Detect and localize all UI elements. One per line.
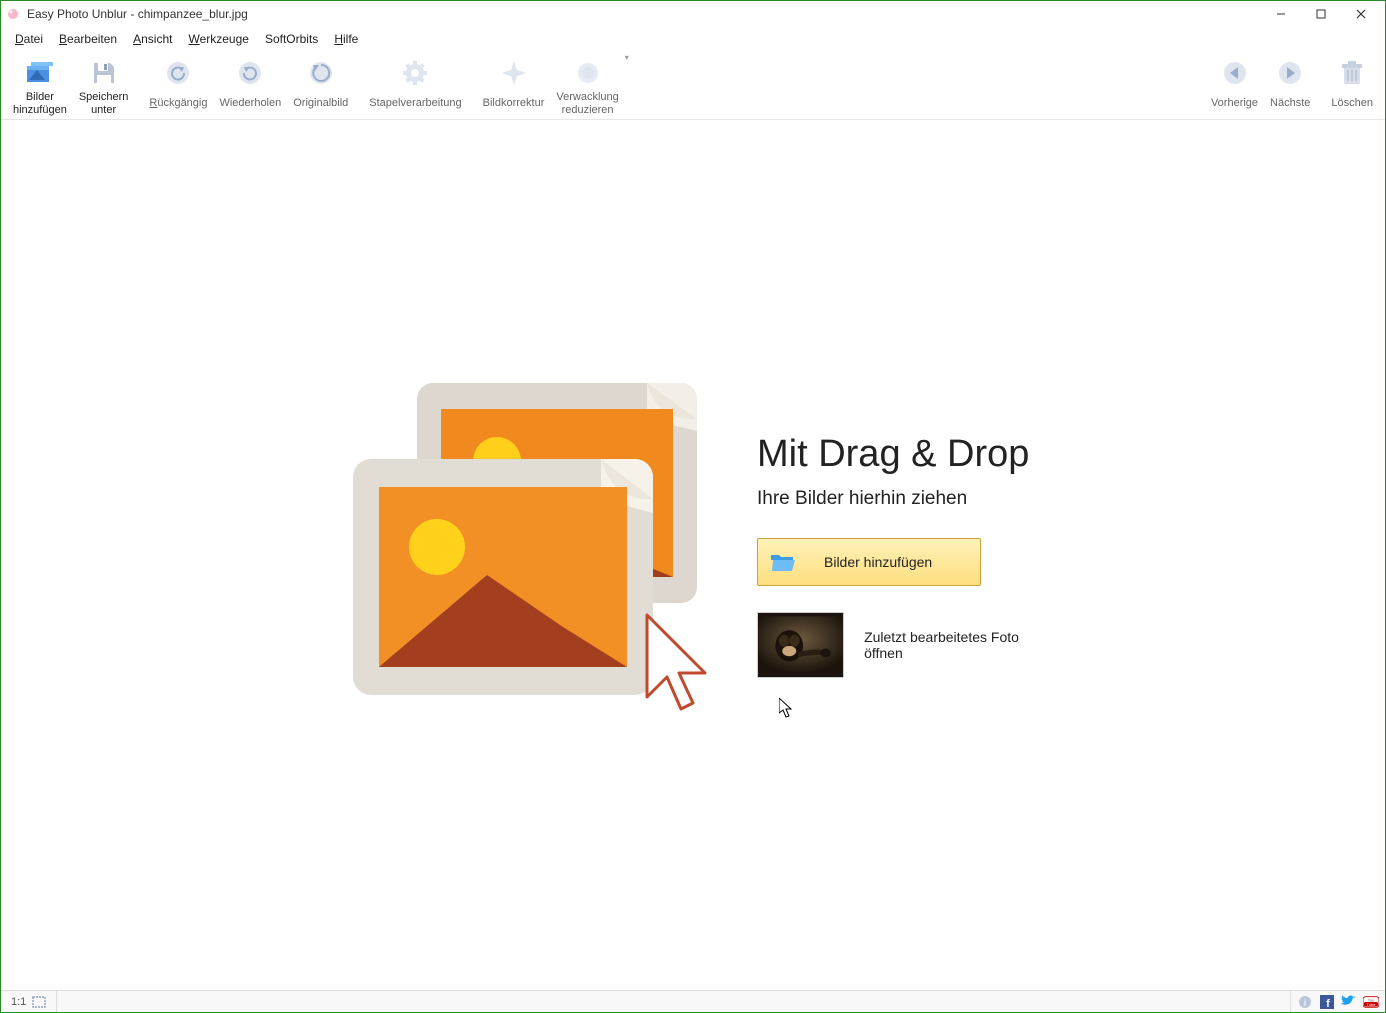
toolbar-delete[interactable]: Löschen <box>1325 53 1379 119</box>
recent-photo[interactable]: Zuletzt bearbeitetes Foto öffnen <box>757 612 1039 678</box>
drag-drop-graphic <box>347 375 727 735</box>
sparkle-icon <box>498 57 530 89</box>
close-button[interactable] <box>1341 1 1381 27</box>
gear-icon <box>399 57 431 89</box>
window-title: Easy Photo Unblur - chimpanzee_blur.jpg <box>27 7 1261 21</box>
add-images-button[interactable]: Bilder hinzufügen <box>757 538 981 586</box>
toolbar-redo[interactable]: Wiederholen <box>213 53 287 119</box>
toolbar-original-label: Originalbild <box>293 91 348 117</box>
menu-ansicht[interactable]: Ansicht <box>125 29 180 49</box>
menu-hilfe[interactable]: Hilfe <box>326 29 366 49</box>
drop-heading: Mit Drag & Drop <box>757 433 1039 476</box>
folder-open-icon <box>770 552 796 572</box>
svg-text:f: f <box>1326 998 1330 1009</box>
toolbar: Bilder hinzufügen Speichern unter Rückgä… <box>1 51 1385 120</box>
status-zoom[interactable]: 1:1 <box>1 991 57 1012</box>
undo-icon <box>162 57 194 89</box>
facebook-icon[interactable]: f <box>1319 994 1335 1010</box>
toolbar-correction-label: Bildkorrektur <box>483 91 545 117</box>
drop-text: Mit Drag & Drop Ihre Bilder hierhin zieh… <box>757 433 1039 678</box>
minimize-button[interactable] <box>1261 1 1301 27</box>
trash-icon <box>1336 57 1368 89</box>
toolbar-add-images[interactable]: Bilder hinzufügen <box>7 53 73 119</box>
save-icon <box>88 57 120 89</box>
recent-label: Zuletzt bearbeitetes Foto öffnen <box>864 629 1039 661</box>
toolbar-add-images-label: Bilder hinzufügen <box>13 91 67 117</box>
toolbar-shake[interactable]: Verwacklung reduzieren <box>550 53 624 119</box>
status-zoom-label: 1:1 <box>11 996 26 1008</box>
menu-bar: Datei Bearbeiten Ansicht Werkzeuge SoftO… <box>1 27 1385 51</box>
menu-datei[interactable]: Datei <box>7 29 51 49</box>
toolbar-prev-label: Vorherige <box>1211 91 1258 117</box>
blur-icon <box>572 57 604 89</box>
toolbar-redo-label: Wiederholen <box>219 91 281 117</box>
youtube-icon[interactable]: YouTube <box>1363 994 1379 1010</box>
menu-softorbits[interactable]: SoftOrbits <box>257 29 326 49</box>
recent-thumbnail <box>757 612 844 678</box>
toolbar-shake-label: Verwacklung reduzieren <box>556 91 618 117</box>
toolbar-correction[interactable]: Bildkorrektur <box>477 53 551 119</box>
prev-icon <box>1219 57 1251 89</box>
status-bar: 1:1 i f YouTube <box>1 990 1385 1012</box>
svg-text:Tube: Tube <box>1367 1002 1377 1007</box>
add-images-button-label: Bilder hinzufügen <box>824 554 932 570</box>
twitter-icon[interactable] <box>1341 994 1357 1010</box>
toolbar-right: Vorherige Nächste Löschen <box>1205 53 1379 119</box>
toolbar-next[interactable]: Nächste <box>1264 53 1316 119</box>
toolbar-undo[interactable]: Rückgängig <box>143 53 213 119</box>
toolbar-undo-label: Rückgängig <box>149 91 207 117</box>
toolbar-next-label: Nächste <box>1270 91 1310 117</box>
toolbar-original[interactable]: Originalbild <box>287 53 354 119</box>
svg-text:i: i <box>1304 998 1306 1009</box>
toolbar-batch-label: Stapelverarbeitung <box>369 91 461 117</box>
status-spacer <box>57 991 1291 1012</box>
redo-icon <box>234 57 266 89</box>
toolbar-prev[interactable]: Vorherige <box>1205 53 1264 119</box>
info-icon[interactable]: i <box>1297 994 1313 1010</box>
fit-screen-icon <box>32 996 46 1008</box>
drop-area: Mit Drag & Drop Ihre Bilder hierhin zieh… <box>347 375 1039 735</box>
title-bar: Easy Photo Unblur - chimpanzee_blur.jpg <box>1 1 1385 27</box>
drop-subheading: Ihre Bilder hierhin ziehen <box>757 488 1039 510</box>
toolbar-overflow[interactable]: ▾ <box>625 53 635 66</box>
original-icon <box>305 57 337 89</box>
status-social-icons: i f YouTube <box>1291 994 1385 1010</box>
window-controls <box>1261 1 1381 27</box>
app-icon <box>5 6 21 22</box>
next-icon <box>1274 57 1306 89</box>
add-images-icon <box>24 57 56 89</box>
menu-bearbeiten[interactable]: Bearbeiten <box>51 29 125 49</box>
toolbar-batch[interactable]: Stapelverarbeitung <box>363 53 467 119</box>
toolbar-save-as[interactable]: Speichern unter <box>73 53 135 119</box>
toolbar-left: Bilder hinzufügen Speichern unter Rückgä… <box>7 53 635 119</box>
toolbar-save-as-label: Speichern unter <box>79 91 129 117</box>
canvas[interactable]: Mit Drag & Drop Ihre Bilder hierhin zieh… <box>1 120 1385 990</box>
maximize-button[interactable] <box>1301 1 1341 27</box>
menu-werkzeuge[interactable]: Werkzeuge <box>180 29 256 49</box>
toolbar-delete-label: Löschen <box>1331 91 1373 117</box>
